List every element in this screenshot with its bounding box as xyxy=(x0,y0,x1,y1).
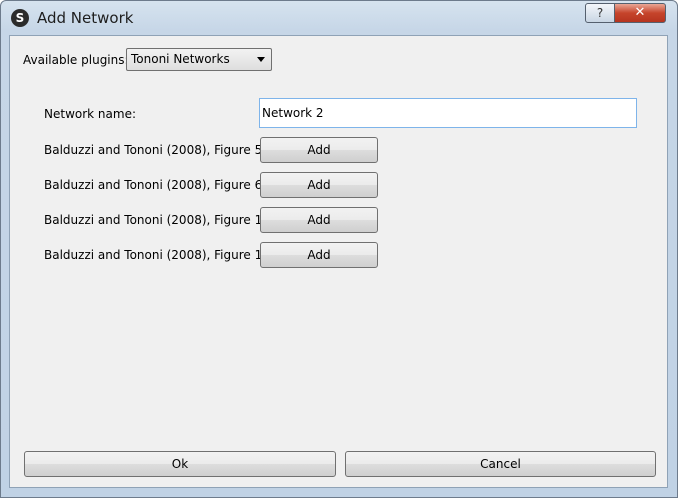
dialog-content: Available plugins: Tononi Networks Netwo… xyxy=(9,35,668,488)
add-figure-13-button[interactable]: Add xyxy=(260,242,378,268)
plugins-label: Available plugins: xyxy=(23,53,129,67)
add-figure-5-button[interactable]: Add xyxy=(260,137,378,163)
title-bar[interactable]: S Add Network ? ✕ xyxy=(1,1,677,35)
ok-button[interactable]: Ok xyxy=(24,451,336,477)
plugins-dropdown[interactable]: Tononi Networks xyxy=(126,48,272,71)
cancel-button[interactable]: Cancel xyxy=(345,451,656,477)
close-button[interactable]: ✕ xyxy=(614,3,666,23)
network-label-figure-6: Balduzzi and Tononi (2008), Figure 6 xyxy=(44,178,263,192)
plugins-selected-value: Tononi Networks xyxy=(131,52,230,66)
network-label-figure-13: Balduzzi and Tononi (2008), Figure 13 xyxy=(44,248,270,262)
app-logo-icon: S xyxy=(11,9,29,27)
network-name-label: Network name: xyxy=(44,107,136,121)
network-label-figure-5: Balduzzi and Tononi (2008), Figure 5 xyxy=(44,143,263,157)
dialog-window: S Add Network ? ✕ Available plugins: Ton… xyxy=(0,0,678,498)
network-name-input[interactable] xyxy=(259,98,637,128)
network-label-figure-12: Balduzzi and Tononi (2008), Figure 12 xyxy=(44,213,270,227)
window-title: Add Network xyxy=(37,9,134,27)
add-figure-6-button[interactable]: Add xyxy=(260,172,378,198)
dropdown-arrow-icon xyxy=(257,57,265,62)
add-figure-12-button[interactable]: Add xyxy=(260,207,378,233)
help-button[interactable]: ? xyxy=(585,3,615,23)
